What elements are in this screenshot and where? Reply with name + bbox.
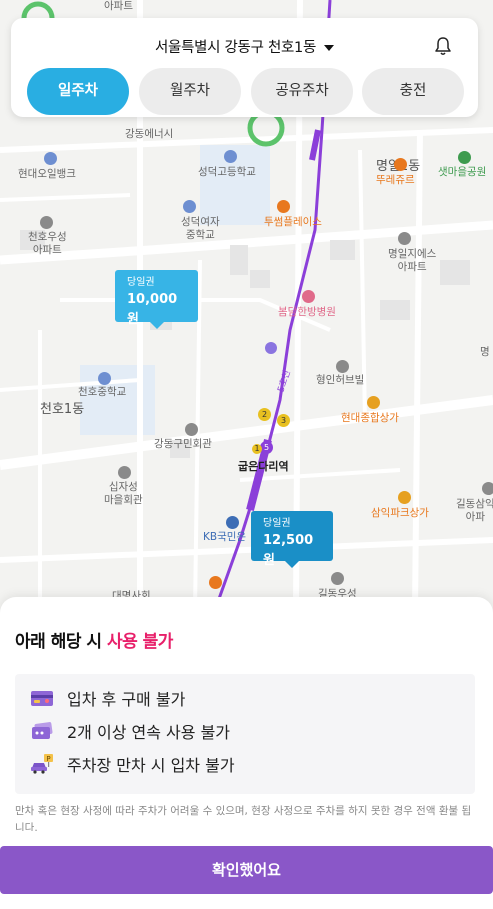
map-label-hyundai-mall: 현대종합상가 xyxy=(341,412,399,424)
marker-ticket-type: 당일권 xyxy=(127,277,155,288)
map-label-sipjaseong: 십자성 마을회관 xyxy=(104,481,143,506)
restriction-item: 2개 이상 연속 사용 불가 xyxy=(30,718,230,744)
map-label-seongdeok-girls: 성덕여자 중학교 xyxy=(181,216,220,241)
location-text: 서울특별시 강동구 천호1동 xyxy=(155,40,316,56)
tab-monthly-parking[interactable]: 월주차 xyxy=(139,68,241,115)
credit-card-icon xyxy=(30,688,54,708)
restriction-item: P 주차장 만차 시 입차 불가 xyxy=(30,751,235,777)
map-label-gubeundari-station: 굽은다리역 xyxy=(238,460,289,473)
school-icon xyxy=(98,372,111,385)
parking-price-marker[interactable]: 당일권 12,500원 xyxy=(251,511,333,568)
usage-restriction-sheet: 아래 해당 시 사용 불가 입차 후 구매 불가 2개 이상 연속 사용 불가 … xyxy=(0,597,493,909)
station-exit-3-icon: 3 xyxy=(277,414,290,427)
map-label-kb-bank: KB국민은 xyxy=(203,531,247,543)
restriction-item: 입차 후 구매 불가 xyxy=(30,685,185,711)
map-label-apt: 아파트 xyxy=(104,0,133,12)
map-label-myeong-edge: 명 xyxy=(480,346,490,358)
caret-down-icon xyxy=(323,45,334,51)
map-label-gangdong-hall: 강동구민회관 xyxy=(154,438,212,450)
marker-price: 12,500원 xyxy=(263,533,314,568)
station-exit-2-icon: 2 xyxy=(258,408,271,421)
map-label-seongdeok-high: 성덕고등학교 xyxy=(198,166,256,178)
restriction-text: 2개 이상 연속 사용 불가 xyxy=(67,723,231,742)
bank-icon xyxy=(226,516,239,529)
map-label-tuseom-place: 투썸플레이스 xyxy=(264,216,322,228)
tab-daily-parking[interactable]: 일주차 xyxy=(27,68,129,115)
restriction-text: 주차장 만차 시 입차 불가 xyxy=(67,756,235,775)
map-label-hyundai-oil: 현대오일뱅크 xyxy=(18,168,76,180)
school-icon xyxy=(224,150,237,163)
map-label-bomdam-clinic: 봄담한방병원 xyxy=(278,306,336,318)
tab-shared-parking[interactable]: 공유주차 xyxy=(251,68,353,115)
marker-ticket-type: 당일권 xyxy=(263,518,291,529)
map-label-cheonho-middle: 천호중학교 xyxy=(78,386,127,398)
map-label-samik-park: 삼익파크상가 xyxy=(371,507,429,519)
map-label-ttureju: 뚜레쥬르 xyxy=(376,174,415,186)
building-icon xyxy=(398,232,411,245)
station-exit-1-icon: 1 xyxy=(252,444,262,454)
building-icon xyxy=(331,572,344,585)
shop-icon xyxy=(367,396,380,409)
marker-price: 10,000원 xyxy=(127,292,178,327)
cafe-icon xyxy=(394,158,407,171)
search-header-card: 서울특별시 강동구 천호1동 일주차 월주차 공유주차 충전 xyxy=(11,18,478,117)
restriction-list: 입차 후 구매 불가 2개 이상 연속 사용 불가 P 주차장 만차 시 입차 … xyxy=(15,674,475,794)
map-label-cheonho-woosung: 천호우성 아파트 xyxy=(28,231,67,256)
tab-ev-charging[interactable]: 충전 xyxy=(362,68,464,115)
map-label-myeongil-jies: 명일지에스 아파트 xyxy=(388,248,437,273)
bell-icon[interactable] xyxy=(434,36,452,56)
cafe-icon xyxy=(209,576,222,589)
hospital-icon xyxy=(302,290,315,303)
cafe-icon xyxy=(277,200,290,213)
confirm-button[interactable]: 확인했어요 xyxy=(0,846,493,894)
refund-notice: 만차 혹은 현장 사정에 따라 주차가 어려울 수 있으며, 현장 사정으로 주… xyxy=(15,805,472,831)
building-icon xyxy=(336,360,349,373)
sheet-title: 아래 해당 시 사용 불가 xyxy=(15,632,173,652)
shop-icon xyxy=(398,491,411,504)
building-icon xyxy=(40,216,53,229)
map-label-gangdong-center: 강동에너시 xyxy=(125,128,174,140)
map-label-saetmaeul-park: 샛마을공원 xyxy=(438,166,487,178)
building-icon xyxy=(185,423,198,436)
park-icon xyxy=(458,151,471,164)
building-icon xyxy=(482,482,493,495)
restriction-text: 입차 후 구매 불가 xyxy=(67,690,186,709)
location-selector[interactable]: 서울특별시 강동구 천호1동 xyxy=(11,36,478,57)
map-poi-icon xyxy=(44,152,57,165)
parking-price-marker[interactable]: 당일권 10,000원 xyxy=(115,270,198,329)
map-label-hyungin-herb: 형인허브빌 xyxy=(316,374,365,386)
car-parking-icon: P xyxy=(30,754,54,774)
title-warning: 사용 불가 xyxy=(106,632,173,652)
school-icon xyxy=(183,200,196,213)
svg-text:P: P xyxy=(46,755,50,763)
tickets-icon xyxy=(30,721,54,741)
map-label-gildong-samik: 길동삼익 아파 xyxy=(456,498,493,523)
map-label-cheonho1dong: 천호1동 xyxy=(40,402,85,417)
building-icon xyxy=(118,466,131,479)
